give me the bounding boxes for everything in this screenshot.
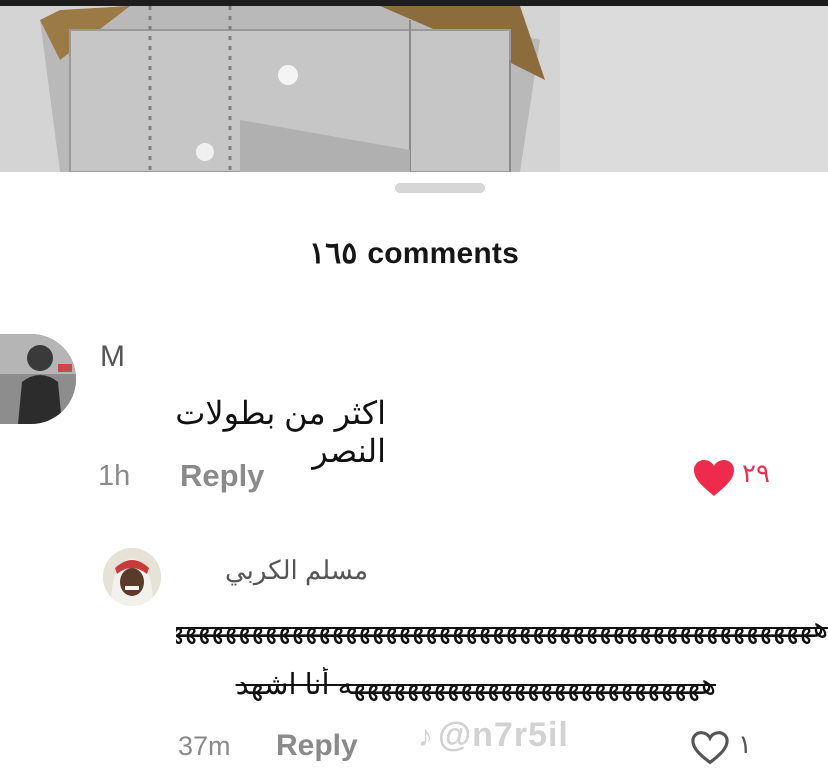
comment-time: 1h [98, 460, 131, 492]
sheet-drag-handle[interactable] [395, 183, 485, 193]
watermark: ♪ @n7r5il [418, 716, 569, 755]
comments-count: ١٦٥ [309, 237, 358, 270]
avatar-image [103, 548, 161, 606]
avatar[interactable] [0, 334, 76, 424]
comment-text-line-1: هههههههههههههههههههههههههههههههههههههههه… [176, 612, 828, 644]
video-preview[interactable] [0, 0, 828, 172]
like-count: ١ [738, 729, 752, 759]
comment-text-line-2: هههههههههههههههههههههههههههه أنا اشهد [235, 669, 716, 701]
heart-filled-icon[interactable] [692, 458, 736, 498]
like-count: ٢٩ [742, 458, 770, 488]
comment-username[interactable]: M [100, 340, 125, 374]
heart-outline-icon[interactable] [690, 730, 730, 766]
avatar-image [0, 334, 76, 424]
comment-time: 37m [178, 731, 231, 761]
reply-button[interactable]: Reply [180, 458, 264, 494]
video-frame-image [0, 6, 828, 172]
tiktok-icon: ♪ [418, 720, 434, 753]
comments-count-title: ١٦٥ comments [0, 236, 828, 271]
comments-label: comments [367, 237, 519, 270]
avatar[interactable] [103, 548, 161, 606]
watermark-handle: @n7r5il [438, 716, 569, 754]
comment-username[interactable]: مسلم الكربي [196, 555, 368, 586]
reply-button[interactable]: Reply [276, 729, 358, 763]
